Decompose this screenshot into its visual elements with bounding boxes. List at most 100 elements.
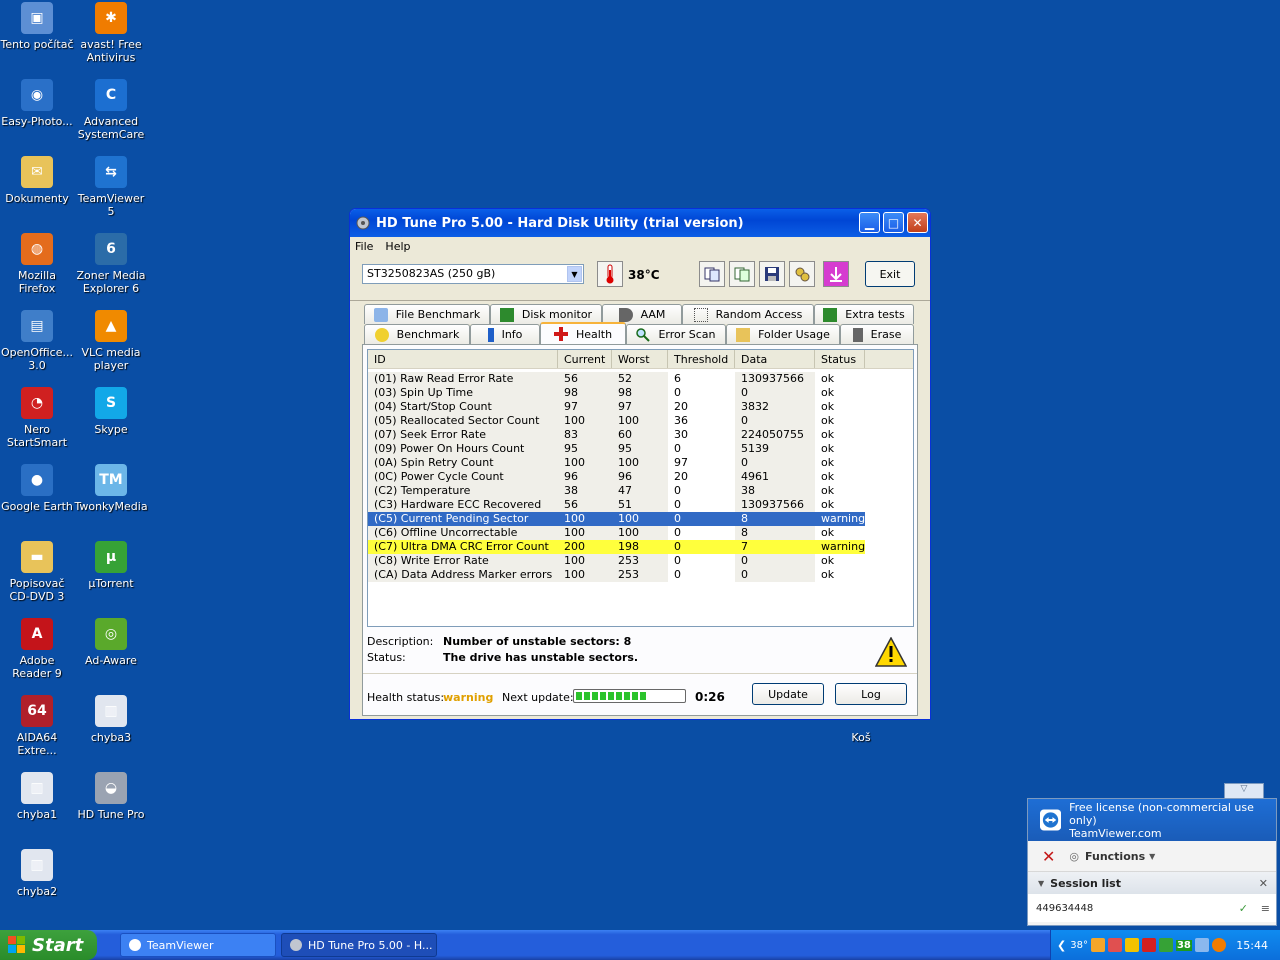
- tab-benchmark[interactable]: Benchmark: [364, 324, 470, 344]
- smart-row[interactable]: (C3) Hardware ECC Recovered 56 51 0 13093756…: [368, 498, 913, 512]
- desktop-icon-chyba1[interactable]: ▥ chyba1: [0, 772, 74, 821]
- hdtune-window: HD Tune Pro 5.00 - Hard Disk Utility (tr…: [349, 208, 931, 720]
- exit-button[interactable]: Exit: [865, 261, 915, 287]
- tab-random-access[interactable]: Random Access: [682, 304, 814, 324]
- close-session-icon[interactable]: ✕: [1042, 847, 1055, 866]
- smart-row[interactable]: (C5) Current Pending Sector 100 100 0 8 warni…: [368, 512, 913, 526]
- close-button[interactable]: ✕: [907, 212, 928, 233]
- smart-row[interactable]: (05) Reallocated Sector Count 100 100 36 0 ok: [368, 414, 913, 428]
- maximize-button[interactable]: □: [883, 212, 904, 233]
- desktop-icon-dokumenty[interactable]: ✉ Dokumenty: [0, 156, 74, 205]
- menu-file[interactable]: File: [355, 240, 373, 253]
- desktop-icon-twonkymedia[interactable]: TM TwonkyMedia: [74, 464, 148, 513]
- desktop-icon-google-earth[interactable]: ● Google Earth: [0, 464, 74, 513]
- desktop-icon-label: HD Tune Pro: [77, 808, 145, 821]
- desktop-icon-advanced-systemcare[interactable]: C Advanced SystemCare: [74, 79, 148, 141]
- desktop-icon-adobe-reader-9[interactable]: A Adobe Reader 9: [0, 618, 74, 680]
- tray-speaker-icon[interactable]: [1194, 938, 1209, 952]
- tray-utorrent-icon[interactable]: [1158, 938, 1173, 952]
- session-row[interactable]: 449634448 ✓ ≡: [1028, 894, 1276, 922]
- desktop-icon-vlc-media-player[interactable]: ▲ VLC media player: [74, 310, 148, 372]
- smart-row[interactable]: (01) Raw Read Error Rate 56 52 6 130937566 ok: [368, 372, 913, 386]
- smart-row[interactable]: (09) Power On Hours Count 95 95 0 5139 ok: [368, 442, 913, 456]
- desktop-icon-openoffice-3-0[interactable]: ▤ OpenOffice... 3.0: [0, 310, 74, 372]
- functions-menu[interactable]: Functions: [1085, 850, 1145, 863]
- desktop-icon-µtorrent[interactable]: µ µTorrent: [74, 541, 148, 590]
- session-list-close-icon[interactable]: ✕: [1259, 877, 1268, 890]
- connect-icon[interactable]: ✓: [1239, 902, 1248, 915]
- smart-row[interactable]: (CA) Data Address Marker errors 100 253 0 0 o…: [368, 568, 913, 582]
- col-data[interactable]: Data: [735, 350, 815, 368]
- col-current[interactable]: Current: [558, 350, 612, 368]
- extra-tests-icon: [823, 307, 838, 322]
- desktop-icon-label: Adobe Reader 9: [12, 654, 62, 680]
- desktop-icon-tento-po-ta[interactable]: ▣ Tento počítač: [0, 2, 74, 51]
- tab-error-scan[interactable]: Error Scan: [626, 324, 726, 344]
- desktop-icon-popisova-cd-dvd-3[interactable]: ▬ Popisovač CD-DVD 3: [0, 541, 74, 603]
- copy-all-icon[interactable]: [729, 261, 755, 287]
- tray-flag-icon[interactable]: [1107, 938, 1122, 952]
- desktop-icon-ad-aware[interactable]: ◎ Ad-Aware: [74, 618, 148, 667]
- cell-status: ok: [821, 484, 835, 497]
- desktop-icon-easy-photo[interactable]: ◉ Easy-Photo...: [0, 79, 74, 128]
- tab-health[interactable]: Health: [540, 322, 626, 344]
- desktop-icon-zoner-media-explorer-6[interactable]: 6 Zoner Media Explorer 6: [74, 233, 148, 295]
- tray-expand-icon[interactable]: ❮: [1057, 939, 1066, 952]
- tab-aam[interactable]: AAM: [602, 304, 682, 324]
- smart-row[interactable]: (C7) Ultra DMA CRC Error Count 200 198 0 7 wa…: [368, 540, 913, 554]
- tab-info[interactable]: Info: [470, 324, 540, 344]
- log-button[interactable]: Log: [835, 683, 907, 705]
- teamviewer-collapse-button[interactable]: ▽: [1224, 783, 1264, 798]
- download-icon[interactable]: [823, 261, 849, 287]
- cell-data: 0: [735, 386, 815, 400]
- smart-list[interactable]: ID Current Worst Threshold Data Status (…: [367, 349, 914, 627]
- minimize-button[interactable]: ▁: [859, 212, 880, 233]
- desktop-icon-aida64-extre[interactable]: 64 AIDA64 Extre...: [0, 695, 74, 757]
- col-status[interactable]: Status: [815, 350, 865, 368]
- update-button[interactable]: Update: [752, 683, 824, 705]
- smart-row[interactable]: (C8) Write Error Rate 100 253 0 0 ok: [368, 554, 913, 568]
- col-worst[interactable]: Worst: [612, 350, 668, 368]
- desktop-icon-mozilla-firefox[interactable]: ◍ Mozilla Firefox: [0, 233, 74, 295]
- title-bar[interactable]: HD Tune Pro 5.00 - Hard Disk Utility (tr…: [350, 209, 930, 237]
- tray-avast-icon[interactable]: [1211, 938, 1226, 952]
- tab-extra-tests[interactable]: Extra tests: [814, 304, 914, 324]
- desktop-icon-teamviewer-5[interactable]: ⇆ TeamViewer 5: [74, 156, 148, 218]
- tab-file-benchmark[interactable]: File Benchmark: [364, 304, 490, 324]
- session-menu-icon[interactable]: ≡: [1261, 902, 1270, 915]
- tray-shield-icon[interactable]: [1124, 938, 1139, 952]
- cell-worst: 96: [612, 470, 668, 484]
- task-hdtune[interactable]: HD Tune Pro 5.00 - H...: [281, 933, 437, 957]
- copy-info-icon[interactable]: [699, 261, 725, 287]
- chevron-down-icon[interactable]: ▼: [567, 266, 582, 282]
- tray-hdtune-icon[interactable]: [1090, 938, 1105, 952]
- tab-folder-usage[interactable]: Folder Usage: [726, 324, 840, 344]
- desktop-icon-skype[interactable]: S Skype: [74, 387, 148, 436]
- tab-erase[interactable]: Erase: [840, 324, 914, 344]
- menu-help[interactable]: Help: [385, 240, 410, 253]
- desktop-icon-chyba2[interactable]: ▥ chyba2: [0, 849, 74, 898]
- task-teamviewer[interactable]: TeamViewer: [120, 933, 276, 957]
- chevron-down-icon[interactable]: ▼: [1149, 852, 1155, 861]
- tab-disk-monitor[interactable]: Disk monitor: [490, 304, 602, 324]
- smart-row[interactable]: (0C) Power Cycle Count 96 96 20 4961 ok: [368, 470, 913, 484]
- cell-data: 0: [735, 414, 815, 428]
- drive-select[interactable]: ST3250823AS (250 gB) ▼: [362, 264, 584, 284]
- smart-row[interactable]: (C2) Temperature 38 47 0 38 ok: [368, 484, 913, 498]
- smart-row[interactable]: (C6) Offline Uncorrectable 100 100 0 8 ok: [368, 526, 913, 540]
- smart-row[interactable]: (07) Seek Error Rate 83 60 30 224050755 ok: [368, 428, 913, 442]
- smart-row[interactable]: (0A) Spin Retry Count 100 100 97 0 ok: [368, 456, 913, 470]
- desktop-icon-nero-startsmart[interactable]: ◔ Nero StartSmart: [0, 387, 74, 449]
- desktop-icon-hd-tune-pro[interactable]: ◒ HD Tune Pro: [74, 772, 148, 821]
- save-icon[interactable]: [759, 261, 785, 287]
- desktop-icon-avast-free-antivirus[interactable]: ✱ avast! Free Antivirus: [74, 2, 148, 64]
- desktop-icon-chyba3[interactable]: ▥ chyba3: [74, 695, 148, 744]
- session-list-header[interactable]: ▼ Session list ✕: [1028, 872, 1276, 894]
- smart-row[interactable]: (04) Start/Stop Count 97 97 20 3832 ok: [368, 400, 913, 414]
- options-icon[interactable]: [789, 261, 815, 287]
- col-id[interactable]: ID: [368, 350, 558, 368]
- col-threshold[interactable]: Threshold: [668, 350, 735, 368]
- start-button[interactable]: Start: [0, 930, 97, 960]
- tray-ati-icon[interactable]: [1141, 938, 1156, 952]
- smart-row[interactable]: (03) Spin Up Time 98 98 0 0 ok: [368, 386, 913, 400]
